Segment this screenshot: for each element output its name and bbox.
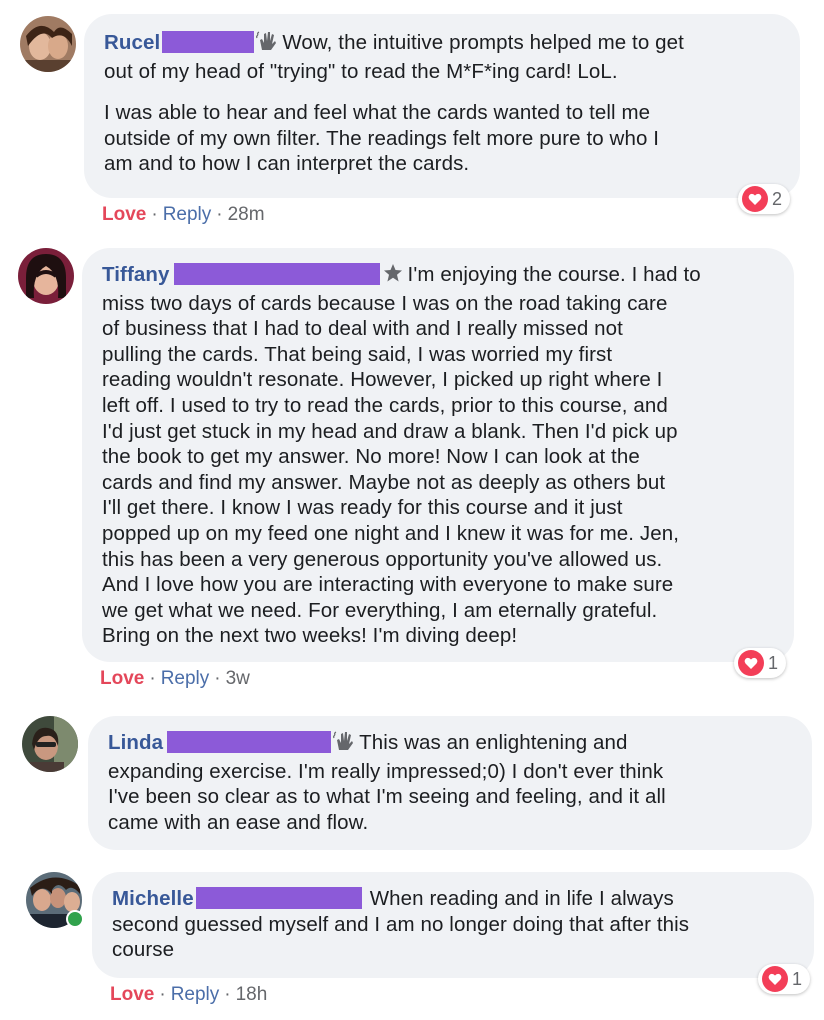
comment-text-line: reading wouldn't resonate. However, I pi…: [102, 368, 663, 392]
profile-photo: [18, 248, 74, 304]
comment-bubble: Linda This was an enlightening and expan…: [88, 716, 812, 850]
reaction-badge[interactable]: 2: [738, 184, 791, 214]
love-button[interactable]: Love: [102, 204, 146, 225]
reaction-count: 1: [768, 652, 779, 673]
comment-body: Linda This was an enlightening and expan…: [108, 730, 792, 835]
comment-body: Michelle When reading and in life I alway…: [112, 886, 794, 963]
comment-text-line: And I love how you are interacting with …: [102, 573, 674, 597]
comment-text-line: I'm enjoying the course. I had to: [407, 263, 701, 286]
comment-text-line: second guessed myself and I am no longer…: [112, 912, 690, 936]
comment-text-line: out of my head of "trying" to read the M…: [104, 59, 618, 83]
love-button[interactable]: Love: [110, 984, 154, 1005]
heart-icon: [742, 186, 768, 212]
waving-hand-icon: [333, 730, 355, 759]
comment-text-line: course: [112, 938, 175, 962]
comment-bubble: Tiffany I'm enjoying the course. I had t…: [82, 248, 794, 662]
reply-button[interactable]: Reply: [163, 204, 212, 225]
avatar-rucel[interactable]: [20, 16, 76, 72]
reaction-badge[interactable]: 1: [734, 648, 787, 678]
comment-text-line: popped up on my feed one night and I kne…: [102, 521, 680, 545]
redacted-surname: [167, 731, 332, 753]
heart-icon: [738, 650, 764, 676]
comment-bubble: Rucel Wow, the intuitive prompts helped …: [84, 14, 800, 198]
redacted-surname: [162, 31, 255, 53]
comment-actions: Love · Reply · 3w: [100, 668, 250, 689]
avatar-tiffany[interactable]: [18, 248, 74, 304]
comment-actions: Love · Reply · 18h: [110, 984, 268, 1005]
comment-text-line: the book to get my answer. No more! Now …: [102, 445, 640, 469]
comment-text-line: This was an enlightening and: [359, 731, 628, 754]
comment-body: Tiffany I'm enjoying the course. I had t…: [102, 262, 774, 649]
waving-hand-icon: [256, 30, 278, 59]
comment-text-line: miss two days of cards because I was on …: [102, 291, 668, 315]
timestamp[interactable]: 28m: [228, 204, 265, 225]
comment-text-line: I've been so clear as to what I'm seeing…: [108, 785, 666, 809]
comment-text-line: When reading and in life I always: [369, 887, 674, 910]
comment-text-line: outside of my own filter. The readings f…: [104, 126, 660, 150]
comment-text-line: expanding exercise. I'm really impressed…: [108, 759, 664, 783]
reply-button[interactable]: Reply: [161, 668, 210, 689]
commenter-name[interactable]: Rucel: [104, 31, 160, 54]
comment-text-line: came with an ease and flow.: [108, 810, 369, 834]
comment-text-line: left off. I used to try to read the card…: [102, 393, 668, 417]
redacted-surname: [173, 263, 380, 285]
reaction-count: 1: [792, 968, 803, 989]
comment-text-line: this has been a very generous opportunit…: [102, 547, 663, 571]
online-status-indicator: [66, 910, 84, 928]
comment-text-line: I was able to hear and feel what the car…: [104, 101, 651, 125]
reaction-badge[interactable]: 1: [758, 964, 811, 994]
profile-photo: [22, 716, 78, 772]
profile-photo: [20, 16, 76, 72]
commenter-name[interactable]: Tiffany: [102, 263, 170, 286]
timestamp[interactable]: 3w: [226, 668, 250, 689]
commenter-name[interactable]: Michelle: [112, 887, 194, 910]
commenter-name[interactable]: Linda: [108, 731, 163, 754]
avatar-linda[interactable]: [22, 716, 78, 772]
comment-text-line: I'd just get stuck in my head and draw a…: [102, 419, 678, 443]
comment-text-line: Bring on the next two weeks! I'm diving …: [102, 624, 518, 648]
comment-text-line: pulling the cards. That being said, I wa…: [102, 342, 613, 366]
comment-text-line: of business that I had to deal with and …: [102, 317, 623, 341]
timestamp[interactable]: 18h: [236, 984, 268, 1005]
comment-text-line: Wow, the intuitive prompts helped me to …: [282, 31, 684, 54]
comment-body: Rucel Wow, the intuitive prompts helped …: [104, 30, 780, 177]
comment-text-line: cards and find my answer. Maybe not as d…: [102, 470, 666, 494]
redacted-surname: [195, 887, 362, 909]
love-button[interactable]: Love: [100, 668, 144, 689]
reaction-count: 2: [772, 188, 783, 209]
rising-star-icon: [382, 262, 404, 291]
reply-button[interactable]: Reply: [171, 984, 220, 1005]
comment-text-line: we get what we need. For everything, I a…: [102, 598, 658, 622]
comment-text-line: am and to how I can interpret the cards.: [104, 152, 470, 176]
comment-actions: Love · Reply · 28m: [102, 204, 265, 225]
comment-bubble: Michelle When reading and in life I alway…: [92, 872, 814, 978]
heart-icon: [762, 966, 788, 992]
comment-text-line: I'll get there. I know I was ready for t…: [102, 496, 623, 520]
